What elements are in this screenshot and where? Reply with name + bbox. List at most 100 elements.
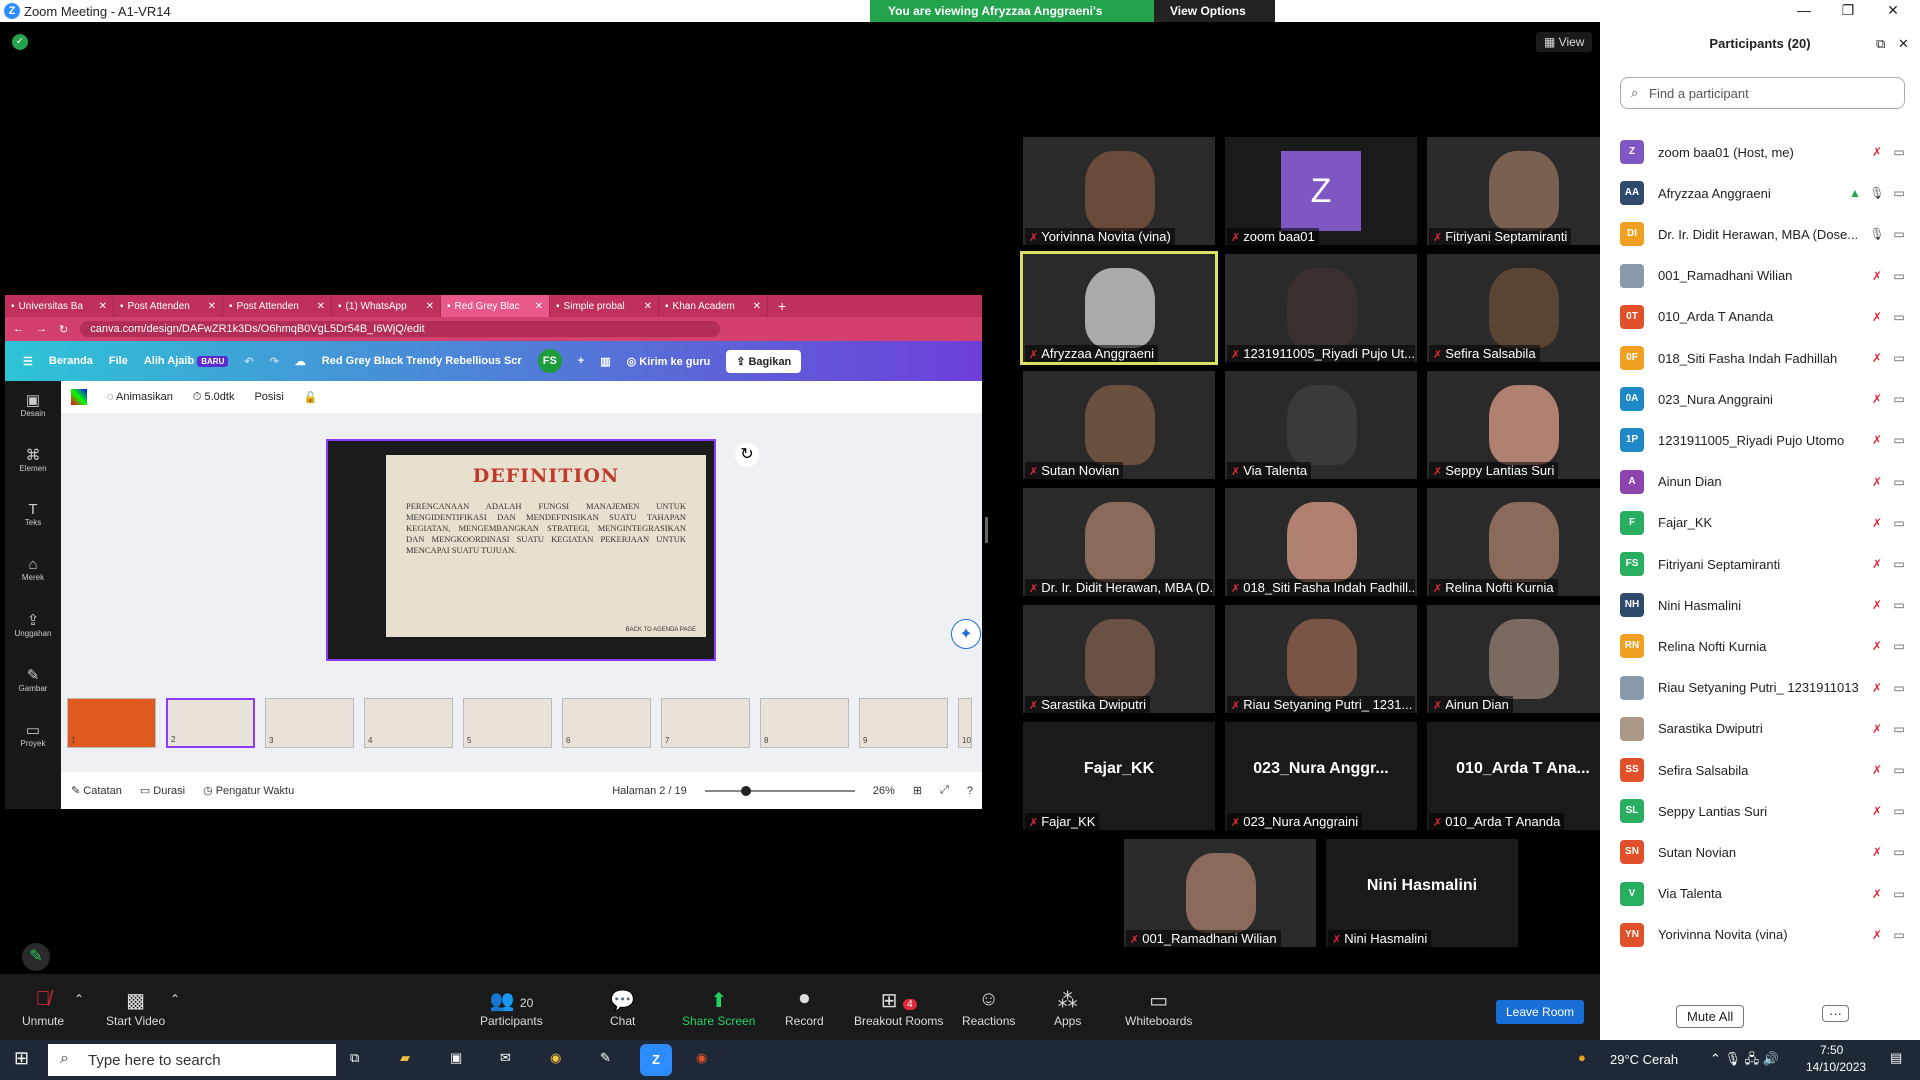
- clock-time[interactable]: 7:50: [1820, 1043, 1843, 1057]
- participant-row[interactable]: DI Dr. Ir. Didit Herawan, MBA (Dose... 🎙 ▭: [1620, 219, 1910, 249]
- participant-row[interactable]: SS Sefira Salsabila ✗ ▭: [1620, 755, 1910, 785]
- video-tile[interactable]: ✗ Via Talenta: [1225, 371, 1417, 479]
- muted-mic-icon[interactable]: ✗: [1866, 351, 1888, 365]
- close-tab-icon[interactable]: ✕: [426, 301, 434, 312]
- mic-icon[interactable]: 🎙: [1866, 227, 1888, 241]
- close-tab-icon[interactable]: ✕: [535, 301, 543, 312]
- close-tab-icon[interactable]: ✕: [644, 301, 652, 312]
- user-menu[interactable]: Alih Ajaib BARU: [144, 355, 229, 367]
- muted-mic-icon[interactable]: ✗: [1866, 804, 1888, 818]
- windows-start-icon[interactable]: ⊞: [14, 1048, 29, 1069]
- muted-mic-icon[interactable]: ✗: [1866, 639, 1888, 653]
- share-screen-button[interactable]: ⬆ Share Screen: [682, 988, 755, 1028]
- participant-row[interactable]: A Ainun Dian ✗ ▭: [1620, 467, 1910, 497]
- close-tab-icon[interactable]: ✕: [317, 301, 325, 312]
- muted-mic-icon[interactable]: ✗: [1866, 845, 1888, 859]
- camera-icon[interactable]: ▭: [1888, 639, 1910, 653]
- participant-row[interactable]: Sarastika Dwiputri ✗ ▭: [1620, 714, 1910, 744]
- camera-icon[interactable]: ▭: [1888, 433, 1910, 447]
- muted-mic-icon[interactable]: ✗: [1866, 433, 1888, 447]
- view-options-button[interactable]: View Options ⌄: [1154, 0, 1275, 40]
- slide-canvas[interactable]: DEFINITION PERENCANAAN ADALAH FUNGSI MAN…: [326, 439, 716, 661]
- camera-icon[interactable]: ▭: [1888, 516, 1910, 530]
- redo-icon[interactable]: ↷: [270, 355, 279, 368]
- muted-mic-icon[interactable]: ✗: [1866, 722, 1888, 736]
- muted-mic-icon[interactable]: ✗: [1866, 475, 1888, 489]
- participant-row[interactable]: 1P 1231911005_Riyadi Pujo Utomo ✗ ▭: [1620, 425, 1910, 455]
- browser-tab[interactable]: ▪ Simple probal ✕: [550, 295, 659, 317]
- weather-text[interactable]: 29°C Cerah: [1610, 1052, 1678, 1067]
- color-swatch[interactable]: [71, 389, 87, 405]
- participant-row[interactable]: Zzoom baa01 (Host, me) ✗ ▭: [1620, 137, 1910, 167]
- taskbar-search[interactable]: ⌕ Type here to search: [48, 1044, 336, 1076]
- zoom-taskbar-icon[interactable]: Z: [640, 1044, 672, 1076]
- add-collaborator-icon[interactable]: +: [578, 355, 584, 367]
- mic-icon[interactable]: 🎙: [1866, 186, 1888, 200]
- camera-icon[interactable]: ▭: [1888, 887, 1910, 901]
- video-tile[interactable]: ✗ Fitriyani Septamiranti: [1427, 137, 1619, 245]
- browser-tab[interactable]: ▪ Khan Academ ✕: [659, 295, 768, 317]
- page-thumbnail[interactable]: 8: [760, 698, 849, 748]
- notification-icon[interactable]: ▤: [1890, 1050, 1902, 1066]
- browser-tab[interactable]: ▪ Post Attenden ✕: [114, 295, 223, 317]
- camera-icon[interactable]: ▭: [1888, 186, 1910, 200]
- duration-button[interactable]: ⏱ 5.0dtk: [193, 391, 235, 404]
- canva-sidebar-item[interactable]: ✎ Gambar: [5, 656, 61, 711]
- close-tab-icon[interactable]: ✕: [99, 301, 107, 312]
- popout-icon[interactable]: ⧉: [1876, 36, 1885, 52]
- lock-icon[interactable]: 🔓: [304, 391, 318, 404]
- muted-mic-icon[interactable]: ✗: [1866, 763, 1888, 777]
- camera-icon[interactable]: ▭: [1888, 598, 1910, 612]
- muted-mic-icon[interactable]: ✗: [1866, 557, 1888, 571]
- fullscreen-icon[interactable]: ⤢: [940, 784, 949, 797]
- browser-tab[interactable]: ▪ Universitas Ba ✕: [5, 295, 114, 317]
- video-tile[interactable]: Nini Hasmalini ✗ Nini Hasmalini: [1326, 839, 1518, 947]
- split-handle[interactable]: [985, 517, 988, 543]
- canva-sidebar-item[interactable]: ▣ Desain: [5, 381, 61, 436]
- share-button[interactable]: ⇪ Bagikan: [726, 349, 802, 373]
- whiteboards-button[interactable]: ▭ Whiteboards: [1125, 988, 1192, 1028]
- video-tile[interactable]: ✗ Sefira Salsabila: [1427, 254, 1619, 362]
- page-thumbnail[interactable]: 7: [661, 698, 750, 748]
- page-thumbnail[interactable]: 5: [463, 698, 552, 748]
- notepad-icon[interactable]: ✎: [600, 1050, 611, 1066]
- page-thumbnail[interactable]: 10: [958, 698, 972, 748]
- new-tab-icon[interactable]: +: [778, 298, 786, 314]
- camera-icon[interactable]: ▭: [1888, 763, 1910, 777]
- clock-date[interactable]: 14/10/2023: [1806, 1060, 1866, 1074]
- video-tile[interactable]: 010_Arda T Ana... ✗ 010_Arda T Ananda: [1427, 722, 1619, 830]
- muted-mic-icon[interactable]: ✗: [1866, 392, 1888, 406]
- help-icon[interactable]: ?: [967, 785, 973, 797]
- participant-row[interactable]: 0F 018_Siti Fasha Indah Fadhillah ✗ ▭: [1620, 343, 1910, 373]
- more-options-button[interactable]: ···: [1822, 1005, 1849, 1022]
- page-thumbnail[interactable]: 9: [859, 698, 948, 748]
- breakout-rooms-button[interactable]: ⊞ 4 Breakout Rooms: [854, 988, 943, 1028]
- participant-row[interactable]: NH Nini Hasmalini ✗ ▭: [1620, 590, 1910, 620]
- undo-icon[interactable]: ↶: [244, 355, 253, 368]
- browser-tab[interactable]: ▪ Post Attenden ✕: [223, 295, 332, 317]
- canva-sidebar-item[interactable]: ⇪ Unggahan: [5, 601, 61, 656]
- notes-button[interactable]: ✎ Catatan: [71, 784, 122, 797]
- video-tile[interactable]: ✗ Sarastika Dwiputri: [1023, 605, 1215, 713]
- camera-icon[interactable]: ▭: [1888, 269, 1910, 283]
- zoom-slider[interactable]: [704, 785, 855, 796]
- camera-icon[interactable]: ▭: [1888, 227, 1910, 241]
- unmute-button[interactable]: 🎙̸ Unmute: [22, 988, 64, 1028]
- camera-icon[interactable]: ▭: [1888, 804, 1910, 818]
- participant-row[interactable]: FS Fitriyani Septamiranti ✗ ▭: [1620, 549, 1910, 579]
- canva-sidebar-item[interactable]: ⌘ Elemen: [5, 436, 61, 491]
- video-options-icon[interactable]: ⌃: [170, 992, 180, 1006]
- video-tile[interactable]: ✗ 1231911005_Riyadi Pujo Ut...: [1225, 254, 1417, 362]
- close-panel-icon[interactable]: ✕: [1898, 36, 1909, 52]
- page-thumbnail[interactable]: 4: [364, 698, 453, 748]
- muted-mic-icon[interactable]: ✗: [1866, 516, 1888, 530]
- security-shield-icon[interactable]: ✓: [12, 34, 28, 50]
- video-tile[interactable]: Fajar_KK ✗ Fajar_KK: [1023, 722, 1215, 830]
- canva-sidebar-item[interactable]: ▭ Proyek: [5, 711, 61, 766]
- muted-mic-icon[interactable]: ✗: [1866, 310, 1888, 324]
- page-thumbnail[interactable]: 2: [166, 698, 255, 748]
- browser-tab[interactable]: ▪ (1) WhatsApp ✕: [332, 295, 441, 317]
- page-thumbnail[interactable]: 1: [67, 698, 156, 748]
- camera-icon[interactable]: ▭: [1888, 557, 1910, 571]
- muted-mic-icon[interactable]: ✗: [1866, 887, 1888, 901]
